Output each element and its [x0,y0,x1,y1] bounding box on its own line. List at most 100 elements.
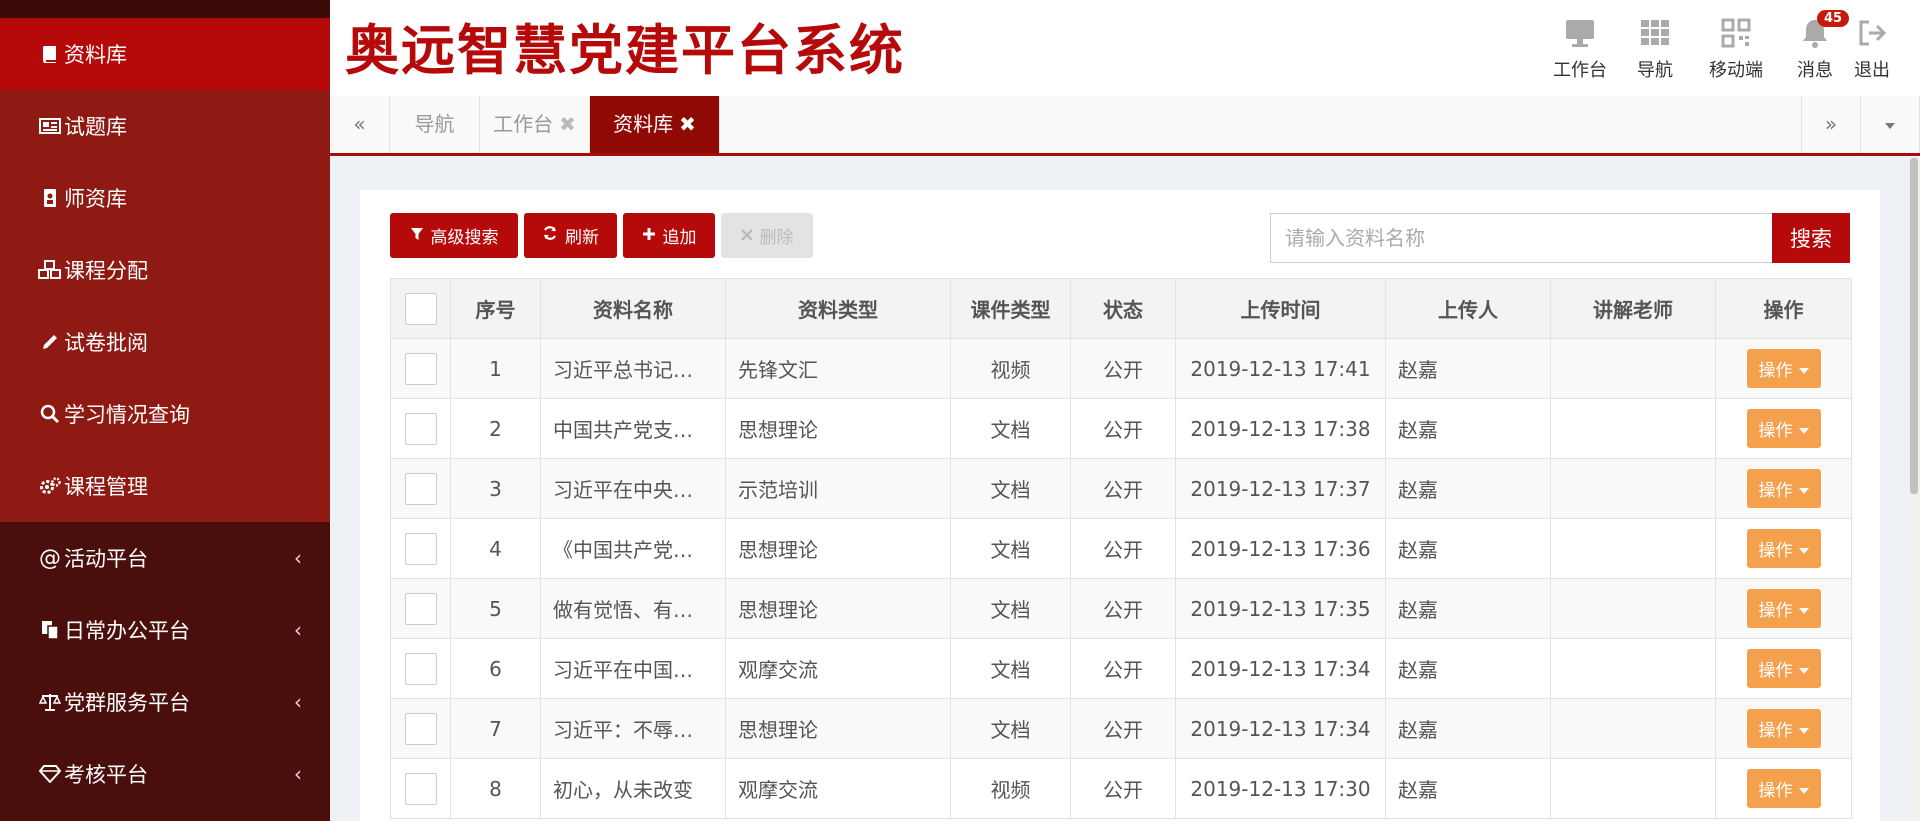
upload-time: 2019-12-13 17:34 [1175,638,1386,699]
sidebar-item-assessment-platform[interactable]: 考核平台 ‹ [0,738,330,810]
tab-scroll-left-button[interactable]: « [330,96,390,153]
tab-workbench[interactable]: 工作台 ✖ [480,96,590,153]
sidebar-item-course-manage[interactable]: 课程管理 [0,450,330,522]
column-header[interactable]: 资料类型 [725,278,951,339]
table-row[interactable]: 6 习近平在中国… 观摩交流 文档 公开 2019-12-13 17:34 赵嘉 操作 [390,638,1852,699]
navigation-button[interactable]: 导航 [1615,16,1695,86]
action-label: 操作 [1758,781,1793,801]
sidebar-item-question-bank[interactable]: 试题库 [0,90,330,162]
teacher-cell [1550,458,1716,519]
table-row[interactable]: 3 习近平在中央… 示范培训 文档 公开 2019-12-13 17:37 赵嘉 操作 [390,458,1852,519]
row-select-cell [390,458,451,519]
courseware-type: 文档 [950,458,1071,519]
row-checkbox[interactable] [404,592,437,625]
material-type: 示范培训 [725,458,951,519]
refresh-button[interactable]: 刷新 [524,213,617,258]
table-row[interactable]: 4 《中国共产党… 思想理论 文档 公开 2019-12-13 17:36 赵嘉 操作 [390,518,1852,579]
column-header[interactable]: 上传人 [1385,278,1551,339]
column-header[interactable]: 序号 [450,278,541,339]
button-label: 刷新 [565,228,599,248]
sidebar-item-teachers[interactable]: 师资库 [0,162,330,234]
row-action-dropdown-button[interactable]: 操作 [1746,529,1821,568]
uploader-cell: 赵嘉 [1385,758,1551,819]
plus-icon [642,226,656,246]
mobile-button[interactable]: 移动端 [1696,16,1776,86]
search-button[interactable]: 搜索 [1772,213,1850,263]
search-input[interactable] [1270,213,1773,263]
column-header[interactable]: 课件类型 [950,278,1071,339]
row-number: 5 [450,578,541,639]
material-name: 习近平总书记… [540,338,726,399]
row-checkbox[interactable] [404,652,437,685]
teacher-cell [1550,698,1716,759]
table-row[interactable]: 8 初心，从未改变 观摩交流 视频 公开 2019-12-13 17:30 赵嘉 操作 [390,758,1852,819]
upload-time: 2019-12-13 17:38 [1175,398,1386,459]
at-icon: @ [39,545,61,571]
sidebar-top-strip [0,0,330,18]
scrollbar-thumb[interactable] [1910,158,1918,494]
row-checkbox[interactable] [404,772,437,805]
column-header[interactable]: 上传时间 [1175,278,1386,339]
row-action-dropdown-button[interactable]: 操作 [1746,649,1821,688]
row-checkbox[interactable] [404,472,437,505]
sidebar-item-exam-review[interactable]: 试卷批阅 [0,306,330,378]
row-checkbox[interactable] [404,412,437,445]
logout-button[interactable]: 退出 [1837,16,1907,86]
row-action-dropdown-button[interactable]: 操作 [1746,469,1821,508]
button-label: 高级搜索 [430,228,499,248]
select-all-checkbox[interactable] [404,292,437,325]
row-action-dropdown-button[interactable]: 操作 [1746,589,1821,628]
workbench-button[interactable]: 工作台 [1540,16,1620,86]
tab-label: 导航 [414,112,455,136]
caret-down-icon [1798,428,1809,434]
teacher-cell [1550,578,1716,639]
courseware-type: 视频 [950,758,1071,819]
status-cell: 公开 [1070,758,1176,819]
table-row[interactable]: 5 做有觉悟、有… 思想理论 文档 公开 2019-12-13 17:35 赵嘉 操作 [390,578,1852,639]
row-checkbox[interactable] [404,532,437,565]
sidebar-item-label: 课程管理 [64,475,148,499]
tab-dropdown-button[interactable] [1861,96,1920,153]
tab-label: 工作台 [493,112,554,136]
table-row[interactable]: 1 习近平总书记… 先锋文汇 视频 公开 2019-12-13 17:41 赵嘉 操作 [390,338,1852,399]
row-action-cell: 操作 [1715,398,1852,459]
tab-library[interactable]: 资料库 ✖ [590,96,720,153]
close-icon[interactable]: ✖ [679,112,696,136]
sidebar-item-course-assign[interactable]: 课程分配 [0,234,330,306]
row-action-dropdown-button[interactable]: 操作 [1746,709,1821,748]
cubes-icon [38,258,62,282]
refresh-icon [542,225,558,246]
row-action-dropdown-button[interactable]: 操作 [1746,349,1821,388]
table-row[interactable]: 2 中国共产党支… 思想理论 文档 公开 2019-12-13 17:38 赵嘉 操作 [390,398,1852,459]
close-icon[interactable]: ✖ [559,112,576,136]
advanced-search-button[interactable]: 高级搜索 [390,213,518,258]
book-icon [38,42,62,66]
row-checkbox[interactable] [404,712,437,745]
upload-time: 2019-12-13 17:35 [1175,578,1386,639]
tab-label: 资料库 [613,112,674,136]
row-action-cell: 操作 [1715,458,1852,519]
delete-button[interactable]: 删除 [721,213,813,258]
row-number: 4 [450,518,541,579]
caret-down-icon [1798,728,1809,734]
column-header[interactable]: 状态 [1070,278,1176,339]
table-row[interactable]: 7 习近平：不辱… 思想理论 文档 公开 2019-12-13 17:34 赵嘉 操作 [390,698,1852,759]
row-action-dropdown-button[interactable]: 操作 [1746,769,1821,808]
sidebar-item-service-platform[interactable]: 党群服务平台 ‹ [0,666,330,738]
row-checkbox[interactable] [404,352,437,385]
row-action-dropdown-button[interactable]: 操作 [1746,409,1821,448]
tab-scroll-right-button[interactable]: » [1801,96,1861,153]
sidebar-item-study-query[interactable]: 学习情况查询 [0,378,330,450]
add-button[interactable]: 追加 [623,213,715,258]
sidebar-item-office-platform[interactable]: 日常办公平台 ‹ [0,594,330,666]
sidebar-item-library[interactable]: 资料库 [0,18,330,90]
sidebar-item-activity-platform[interactable]: @ 活动平台 ‹ [0,522,330,594]
material-type: 先锋文汇 [725,338,951,399]
double-right-icon: » [1824,112,1838,136]
sidebar-item-label: 日常办公平台 [64,619,190,643]
column-header[interactable]: 资料名称 [540,278,726,339]
column-header[interactable]: 讲解老师 [1550,278,1716,339]
tab-navigation[interactable]: 导航 [390,96,480,153]
material-type: 思想理论 [725,578,951,639]
caret-down-icon [1798,788,1809,794]
